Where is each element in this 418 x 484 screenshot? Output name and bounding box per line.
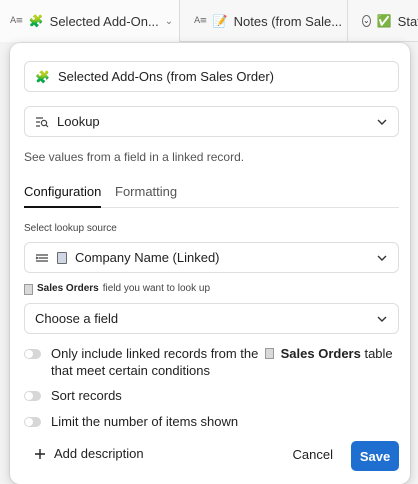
puzzle-icon: 🧩 (35, 69, 50, 84)
limit-items-label: Limit the number of items shown (51, 414, 239, 429)
lookup-source-value: Company Name (Linked) (75, 250, 220, 265)
table-icon (265, 348, 274, 359)
add-description-button[interactable]: Add description (34, 446, 144, 461)
text-type-icon: A≡ (10, 16, 23, 26)
dialog-footer: Add description Cancel Save (24, 441, 399, 471)
option-text: Only include linked records from the (51, 346, 259, 361)
plus-icon (35, 448, 45, 459)
limit-items-option: Limit the number of items shown (24, 413, 399, 430)
field-type-value: Lookup (57, 114, 100, 129)
building-icon (57, 251, 67, 264)
lookup-field-select[interactable]: Choose a field (24, 303, 399, 334)
filter-records-toggle[interactable] (24, 349, 41, 359)
text-type-icon: A≡ (194, 16, 207, 26)
field-name-input[interactable]: 🧩 Selected Add-Ons (from Sales Order) (24, 61, 399, 92)
puzzle-icon: 🧩 (28, 14, 44, 28)
field-config-dialog: 🧩 Selected Add-Ons (from Sales Order) Lo… (10, 43, 410, 484)
add-description-label: Add description (54, 446, 144, 461)
field-type-select[interactable]: Lookup (24, 106, 399, 137)
cancel-button[interactable]: Cancel (293, 447, 333, 462)
column-label: Selected Add-On... (49, 13, 159, 29)
link-field-icon (35, 253, 48, 262)
chevron-down-icon (377, 255, 387, 261)
limit-items-toggle[interactable] (24, 417, 41, 427)
column-header-status[interactable]: ⌄ ✅ Statu (348, 0, 418, 42)
lookup-icon (36, 116, 49, 127)
column-header-bar: A≡ 🧩 Selected Add-On... ⌄ A≡ 📝 Notes (fr… (0, 0, 418, 42)
column-header-notes[interactable]: A≡ 📝 Notes (from Sale... ⌄ (180, 0, 348, 42)
column-header-selected-add-ons[interactable]: A≡ 🧩 Selected Add-On... ⌄ (0, 0, 180, 42)
chevron-down-icon[interactable]: ⌄ (165, 16, 179, 27)
sort-records-option: Sort records (24, 387, 399, 404)
column-label: Statu (397, 13, 418, 29)
column-label: Notes (from Sale... (233, 13, 343, 29)
filter-records-option: Only include linked records from the Sal… (24, 345, 399, 379)
field-type-help-text: See values from a field in a linked reco… (24, 150, 245, 164)
option-table-name: Sales Orders (280, 346, 361, 361)
prompt-suffix: field you want to look up (102, 283, 211, 294)
tab-configuration[interactable]: Configuration (24, 184, 102, 208)
memo-icon: 📝 (212, 14, 228, 28)
config-tabs: Configuration Formatting (24, 182, 399, 208)
tab-formatting[interactable]: Formatting (115, 184, 177, 199)
chevron-down-icon (377, 316, 387, 322)
lookup-source-label: Select lookup source (24, 223, 117, 234)
prompt-table-name: Sales Orders (37, 283, 99, 294)
check-mark-icon: ✅ (376, 14, 392, 28)
table-icon (24, 284, 33, 295)
lookup-field-prompt: Sales Orders field you want to look up (24, 283, 211, 295)
sort-records-toggle[interactable] (24, 391, 41, 401)
save-button[interactable]: Save (351, 441, 399, 471)
filter-records-label: Only include linked records from the Sal… (51, 345, 399, 379)
field-name-value: Selected Add-Ons (from Sales Order) (57, 69, 274, 84)
single-select-type-icon: ⌄ (362, 15, 371, 27)
lookup-field-value: Choose a field (35, 311, 119, 326)
sort-records-label: Sort records (51, 388, 122, 403)
lookup-source-select[interactable]: Company Name (Linked) (24, 242, 399, 273)
chevron-down-icon (377, 119, 387, 125)
